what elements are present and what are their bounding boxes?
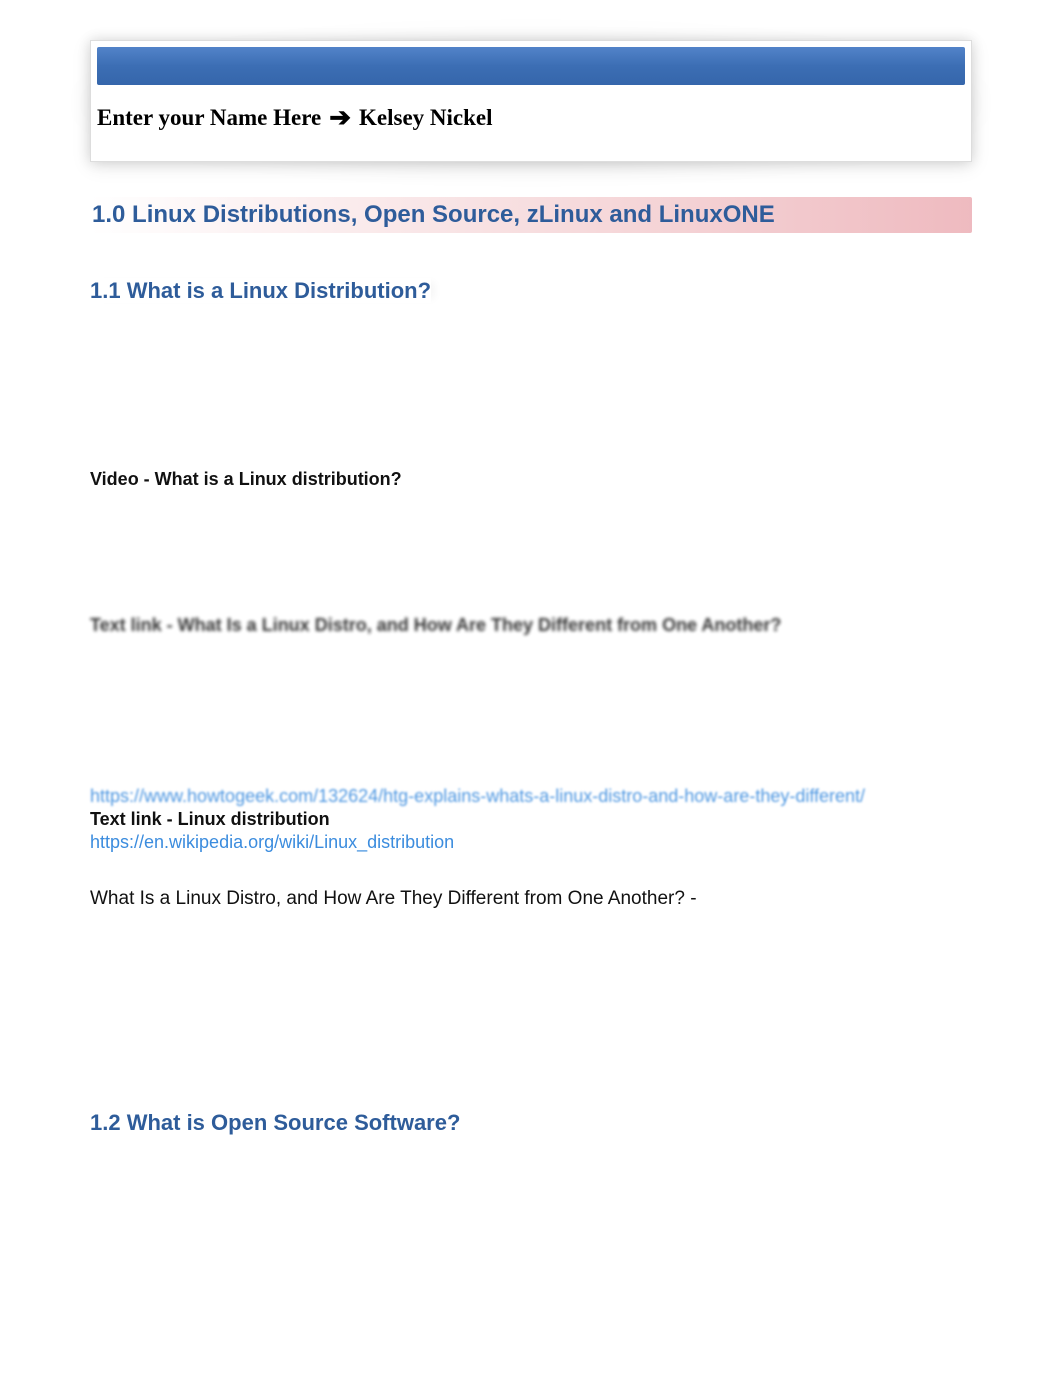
section-heading-1-1: 1.1 What is a Linux Distribution? (90, 278, 972, 304)
section-heading-1-0: 1.0 Linux Distributions, Open Source, zL… (90, 197, 972, 233)
question-text: What Is a Linux Distro, and How Are They… (90, 888, 972, 910)
name-entry-box: Enter your Name Here ➔ Kelsey Nickel (90, 40, 972, 162)
video-resource-label: Video - What is a Linux distribution? (90, 469, 972, 490)
wikipedia-link[interactable]: https://en.wikipedia.org/wiki/Linux_dist… (90, 832, 972, 853)
header-blue-bar (97, 47, 965, 85)
howtogeek-link[interactable]: https://www.howtogeek.com/132624/htg-exp… (90, 786, 972, 807)
entered-name: Kelsey Nickel (359, 105, 493, 131)
text-link-label-2: Text link - Linux distribution (90, 809, 972, 830)
section-heading-1-2: 1.2 What is Open Source Software? (90, 1110, 972, 1136)
name-prompt-label: Enter your Name Here (97, 105, 321, 131)
arrow-right-icon: ➔ (329, 105, 351, 131)
text-link-label-1: Text link - What Is a Linux Distro, and … (90, 615, 972, 636)
